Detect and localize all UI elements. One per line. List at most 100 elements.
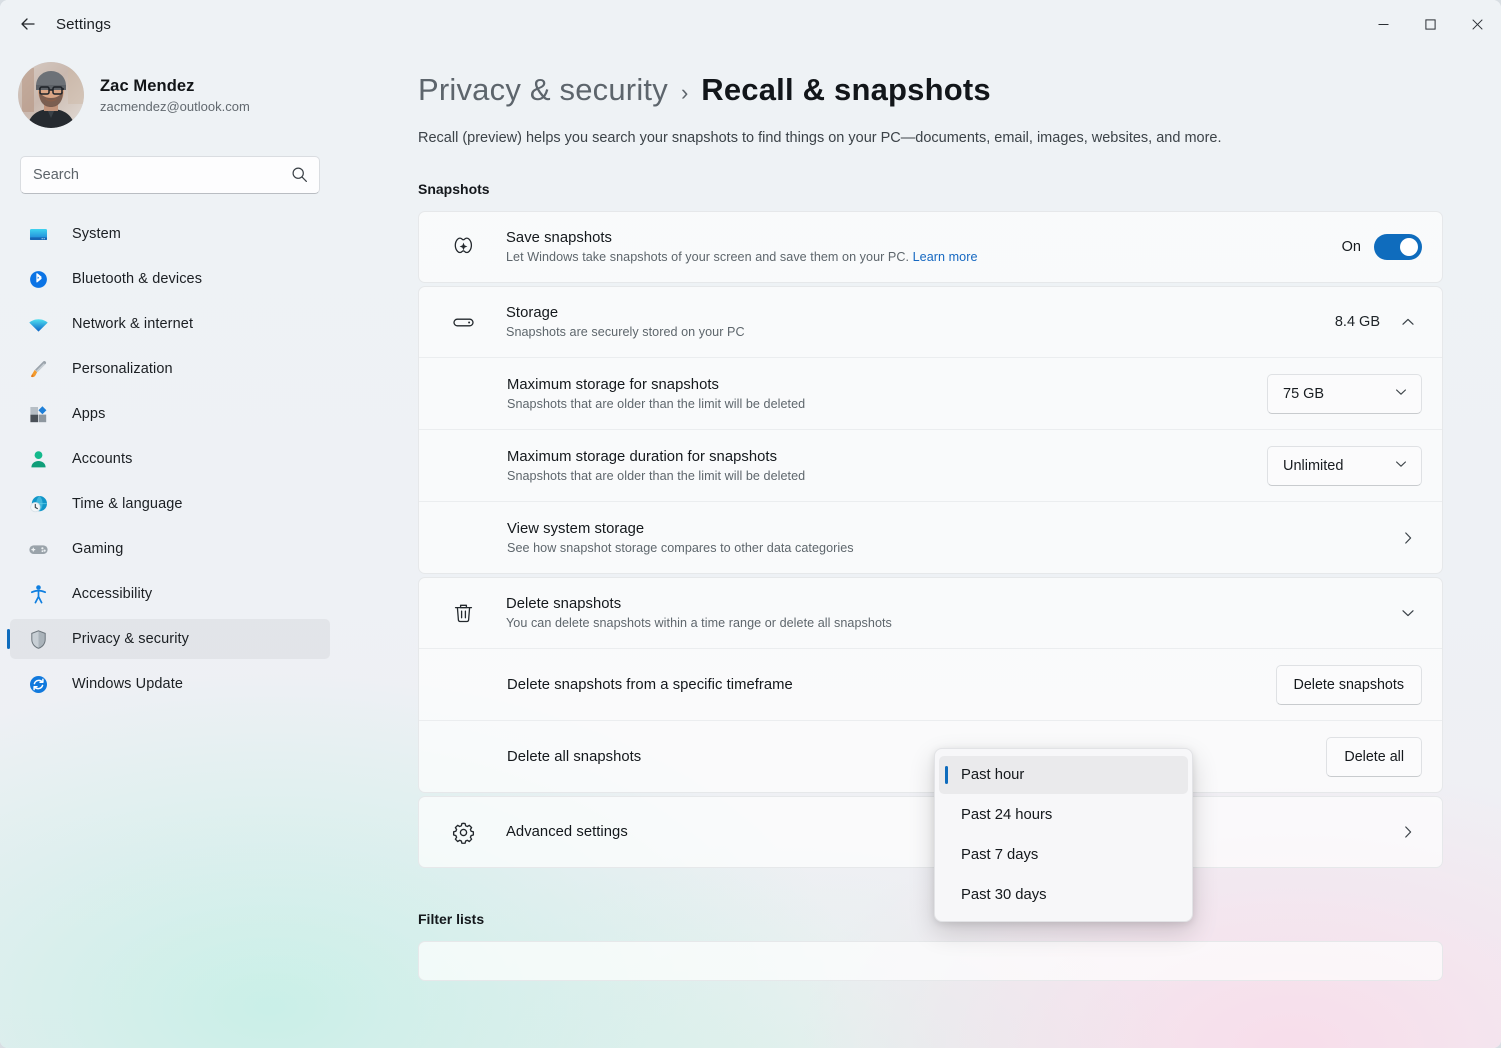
row-right-advanced-settings — [1394, 824, 1422, 840]
sidebar-item-system[interactable]: System — [10, 214, 330, 254]
sidebar-item-gaming[interactable]: Gaming — [10, 529, 330, 569]
row-text-maximum-duration: Maximum storage duration for snapshots S… — [443, 449, 1267, 483]
search-icon — [291, 166, 308, 188]
timeframe-option-past-30-days[interactable]: Past 30 days — [939, 876, 1188, 914]
chevron-up-icon[interactable] — [1394, 314, 1422, 330]
row-right-delete-timeframe: Delete snapshots — [1275, 664, 1422, 705]
sidebar-item-label: Time & language — [72, 496, 183, 512]
row-title: View system storage — [507, 520, 645, 537]
save-snapshots-toggle-group[interactable]: On — [1342, 234, 1422, 260]
timeframe-option-past-24-hours[interactable]: Past 24 hours — [939, 796, 1188, 834]
learn-more-link[interactable]: Learn more — [913, 250, 978, 264]
bluetooth-icon — [26, 267, 50, 291]
search-input[interactable] — [21, 157, 319, 193]
row-text-storage: Storage Snapshots are securely stored on… — [483, 305, 1335, 339]
sidebar-item-label: System — [72, 226, 121, 242]
minimize-icon — [1378, 23, 1389, 25]
row-title: Maximum storage for snapshots — [507, 376, 719, 393]
delete-all-button[interactable]: Delete all — [1326, 736, 1422, 777]
sidebar-item-windows-update[interactable]: Windows Update — [10, 664, 330, 704]
row-text-save-snapshots: Save snapshots Let Windows take snapshot… — [483, 230, 1342, 264]
chevron-right-icon — [1394, 530, 1422, 546]
save-snapshots-toggle[interactable] — [1374, 234, 1422, 260]
card-delete-snapshots: Delete snapshots You can delete snapshot… — [418, 577, 1443, 793]
sidebar-item-bluetooth-devices[interactable]: Bluetooth & devices — [10, 259, 330, 299]
sidebar-item-label: Accounts — [72, 451, 133, 467]
sidebar-nav: System Bluetooth & devices Network & int… — [0, 214, 340, 704]
breadcrumb: Privacy & security › Recall & snapshots — [340, 48, 1501, 108]
sidebar-item-label: Bluetooth & devices — [72, 271, 203, 287]
card-save-snapshots: Save snapshots Let Windows take snapshot… — [418, 211, 1443, 283]
breadcrumb-parent[interactable]: Privacy & security — [418, 72, 668, 108]
row-subtitle: Snapshots are securely stored on your PC — [506, 325, 745, 339]
card-filter-lists — [418, 941, 1443, 981]
breadcrumb-separator-icon: › — [680, 80, 689, 105]
maximum-storage-combobox[interactable]: 75 GB — [1267, 373, 1422, 414]
row-right-maximum-storage: 75 GB — [1267, 373, 1422, 414]
sidebar-item-label: Privacy & security — [72, 631, 190, 647]
avatar — [18, 62, 84, 128]
timeframe-option-past-hour[interactable]: Past hour — [939, 756, 1188, 794]
sidebar-item-accessibility[interactable]: Accessibility — [10, 574, 330, 614]
maximum-duration-combobox[interactable]: Unlimited — [1267, 445, 1422, 486]
row-right-maximum-duration: Unlimited — [1267, 445, 1422, 486]
sidebar-item-label: Accessibility — [72, 586, 153, 602]
sidebar-item-apps[interactable]: Apps — [10, 394, 330, 434]
row-right-storage: 8.4 GB — [1335, 314, 1422, 330]
maximize-button[interactable] — [1407, 0, 1454, 48]
sidebar-item-personalization[interactable]: Personalization — [10, 349, 330, 389]
profile-card[interactable]: Zac Mendez zacmendez@outlook.com — [0, 48, 340, 128]
sidebar-item-accounts[interactable]: Accounts — [10, 439, 330, 479]
sidebar-item-label: Apps — [72, 406, 106, 422]
row-delete-all: Delete all snapshots Delete all — [419, 720, 1442, 792]
row-save-snapshots[interactable]: Save snapshots Let Windows take snapshot… — [419, 212, 1442, 282]
row-title: Maximum storage duration for snapshots — [507, 448, 778, 465]
row-right-view-system-storage — [1394, 530, 1422, 546]
chevron-down-icon[interactable] — [1394, 605, 1422, 621]
sidebar-item-label: Personalization — [72, 361, 173, 377]
apps-icon — [26, 402, 50, 426]
monitor-icon — [26, 222, 50, 246]
sidebar-item-time-language[interactable]: Time & language — [10, 484, 330, 524]
sidebar-item-label: Windows Update — [72, 676, 184, 692]
window-controls — [1360, 0, 1501, 48]
row-maximum-duration: Maximum storage duration for snapshots S… — [419, 429, 1442, 501]
row-text-view-system-storage: View system storage See how snapshot sto… — [443, 521, 1394, 555]
accessibility-icon — [26, 582, 50, 606]
settings-cards: Save snapshots Let Windows take snapshot… — [418, 211, 1443, 868]
section-heading-snapshots: Snapshots — [418, 181, 490, 197]
chevron-down-icon — [1394, 385, 1408, 403]
row-storage-header[interactable]: Storage Snapshots are securely stored on… — [419, 287, 1442, 357]
row-delete-snapshots-header[interactable]: Delete snapshots You can delete snapshot… — [419, 578, 1442, 648]
combobox-value: Unlimited — [1283, 457, 1344, 474]
timeframe-option-past-7-days[interactable]: Past 7 days — [939, 836, 1188, 874]
back-button[interactable] — [10, 8, 46, 40]
row-right-delete-snapshots — [1394, 605, 1422, 621]
close-button[interactable] — [1454, 0, 1501, 48]
sidebar-item-network-internet[interactable]: Network & internet — [10, 304, 330, 344]
drive-icon — [443, 310, 483, 335]
sidebar-item-privacy-security[interactable]: Privacy & security — [7, 619, 330, 659]
main-content: Privacy & security › Recall & snapshots … — [340, 48, 1501, 1048]
row-filter-lists-partial[interactable] — [419, 942, 1442, 980]
card-advanced-settings: Advanced settings — [418, 796, 1443, 868]
profile-email: zacmendez@outlook.com — [100, 98, 250, 114]
search-box[interactable] — [20, 156, 320, 194]
window-title: Settings — [56, 15, 111, 33]
row-title: Delete all snapshots — [507, 748, 642, 765]
row-title: Storage — [506, 305, 559, 321]
sidebar-item-label: Gaming — [72, 541, 124, 557]
recall-icon — [443, 235, 483, 260]
clock-globe-icon — [26, 492, 50, 516]
sidebar-item-label: Network & internet — [72, 316, 194, 332]
row-view-system-storage[interactable]: View system storage See how snapshot sto… — [419, 501, 1442, 573]
row-advanced-settings[interactable]: Advanced settings — [419, 797, 1442, 867]
sidebar: Zac Mendez zacmendez@outlook.com Search … — [0, 48, 340, 1048]
delete-snapshots-button[interactable]: Delete snapshots — [1275, 664, 1422, 705]
row-subtitle: You can delete snapshots within a time r… — [506, 616, 892, 630]
minimize-button[interactable] — [1360, 0, 1407, 48]
chevron-right-icon — [1394, 824, 1422, 840]
row-title: Delete snapshots from a specific timefra… — [507, 676, 793, 693]
person-icon — [26, 447, 50, 471]
page-title: Recall & snapshots — [701, 72, 991, 107]
